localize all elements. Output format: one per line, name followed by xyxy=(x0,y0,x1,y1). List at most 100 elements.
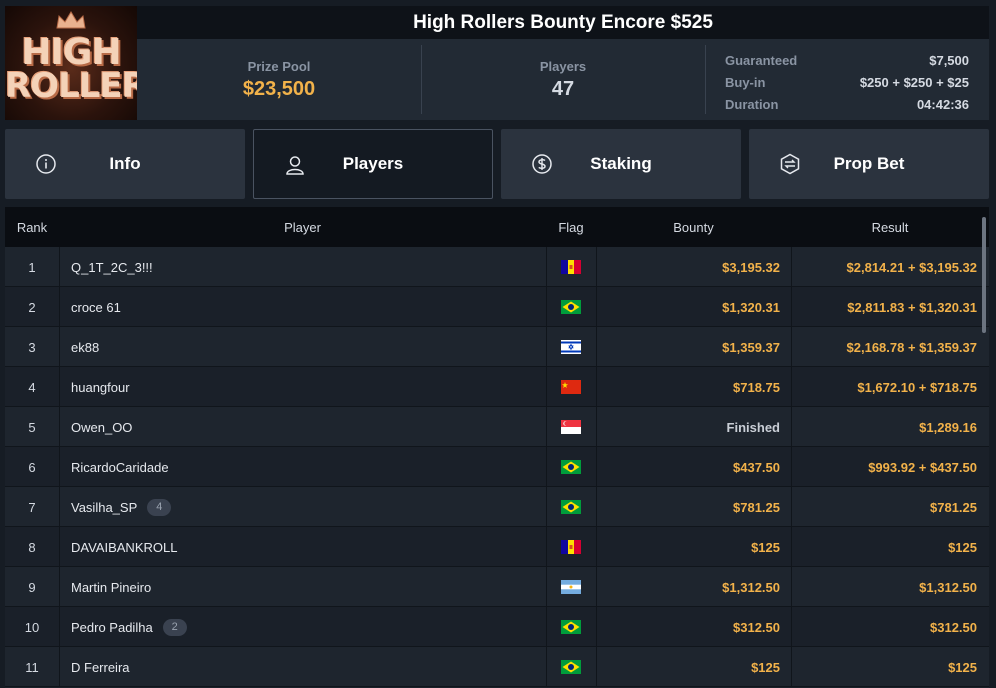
player-name[interactable]: huangfour xyxy=(71,380,130,395)
rank-cell: 2 xyxy=(28,299,36,315)
bounty-cell: $125 xyxy=(751,539,780,555)
result-cell: $2,814.21 + $3,195.32 xyxy=(846,259,977,275)
column-divider xyxy=(59,447,60,487)
prize-pool-value: $23,500 xyxy=(242,77,316,100)
table-row[interactable]: 5 Owen_OO Finished $1,289.16 xyxy=(5,407,989,447)
dollar-coin-icon xyxy=(532,154,552,174)
prop-bet-icon xyxy=(780,153,800,175)
players-table: Rank Player Flag Bounty Result 1 Q_1T_2C_… xyxy=(5,207,989,688)
player-cell[interactable]: Owen_OO xyxy=(71,407,541,447)
table-row[interactable]: 11 D Ferreira $125 $125 xyxy=(5,647,989,687)
column-divider xyxy=(59,407,60,447)
bounty-cell: $1,320.31 xyxy=(722,299,780,315)
flag-cell xyxy=(546,647,596,687)
rank-cell: 10 xyxy=(24,619,40,635)
column-divider xyxy=(59,567,60,607)
tournament-logo: HIGH ROLLERS xyxy=(5,6,137,120)
player-name[interactable]: Owen_OO xyxy=(71,420,132,435)
result-cell: $781.25 xyxy=(930,499,977,515)
flag-cell xyxy=(546,287,596,327)
reentry-count-badge: 2 xyxy=(162,618,187,636)
result-cell: $1,672.10 + $718.75 xyxy=(857,379,977,395)
player-cell[interactable]: croce 61 xyxy=(71,287,541,327)
duration-label: Duration xyxy=(725,96,779,112)
brazil-flag-icon xyxy=(561,460,581,474)
rank-cell: 4 xyxy=(28,379,36,395)
flag-cell xyxy=(546,487,596,527)
player-cell[interactable]: huangfour xyxy=(71,367,541,407)
header-bounty[interactable]: Bounty xyxy=(596,207,791,247)
player-cell[interactable]: Q_1T_2C_3!!! xyxy=(71,247,541,287)
flag-cell xyxy=(546,327,596,367)
table-scrollbar[interactable] xyxy=(982,217,986,333)
flag-cell xyxy=(546,607,596,647)
players-stat: Players 47 xyxy=(421,39,705,120)
header-flag[interactable]: Flag xyxy=(546,207,596,247)
brazil-flag-icon xyxy=(561,620,581,634)
player-name[interactable]: Vasilha_SP xyxy=(71,500,137,515)
player-cell[interactable]: RicardoCaridade xyxy=(71,447,541,487)
andorra-flag-icon xyxy=(561,540,581,554)
tournament-title: High Rollers Bounty Encore $525 xyxy=(413,11,713,33)
column-divider xyxy=(59,287,60,327)
table-row[interactable]: 10 Pedro Padilha 2 $312.50 $312.50 xyxy=(5,607,989,647)
title-bar: High Rollers Bounty Encore $525 xyxy=(137,6,989,39)
header-result[interactable]: Result xyxy=(791,207,989,247)
brazil-flag-icon xyxy=(561,300,581,314)
rank-cell: 11 xyxy=(25,659,39,675)
player-cell[interactable]: ek88 xyxy=(71,327,541,367)
table-header: Rank Player Flag Bounty Result xyxy=(5,207,989,247)
player-name[interactable]: ek88 xyxy=(71,340,99,355)
tab-info[interactable]: Info xyxy=(5,129,245,199)
rank-cell: 9 xyxy=(28,579,36,595)
player-cell[interactable]: Martin Pineiro xyxy=(71,567,541,607)
player-name[interactable]: RicardoCaridade xyxy=(71,460,169,475)
guaranteed-value: $7,500 xyxy=(929,52,969,68)
divider xyxy=(705,45,706,114)
player-cell[interactable]: D Ferreira xyxy=(71,647,541,687)
player-name[interactable]: Q_1T_2C_3!!! xyxy=(71,260,153,275)
player-cell[interactable]: Pedro Padilha 2 xyxy=(71,607,541,647)
player-name[interactable]: Pedro Padilha xyxy=(71,620,153,635)
players-label: Players xyxy=(539,58,587,74)
tab-staking[interactable]: Staking xyxy=(501,129,741,199)
andorra-flag-icon xyxy=(561,260,581,274)
header-player[interactable]: Player xyxy=(59,207,546,247)
buyin-label: Buy-in xyxy=(725,74,766,90)
player-name[interactable]: D Ferreira xyxy=(71,660,130,675)
israel-flag-icon xyxy=(561,340,581,354)
player-cell[interactable]: DAVAIBANKROLL xyxy=(71,527,541,567)
players-value: 47 xyxy=(551,77,575,100)
table-row[interactable]: 1 Q_1T_2C_3!!! $3,195.32 $2,814.21 + $3,195… xyxy=(5,247,989,287)
table-row[interactable]: 4 huangfour $718.75 $1,672.10 + $718.75 xyxy=(5,367,989,407)
player-name[interactable]: DAVAIBANKROLL xyxy=(71,540,177,555)
brazil-flag-icon xyxy=(561,500,581,514)
player-name[interactable]: Martin Pineiro xyxy=(71,580,151,595)
bounty-cell: Finished xyxy=(726,419,780,435)
reentry-count-badge: 4 xyxy=(147,498,172,516)
table-row[interactable]: 2 croce 61 $1,320.31 $2,811.83 + $1,320.31 xyxy=(5,287,989,327)
column-divider xyxy=(59,487,60,527)
table-row[interactable]: 8 DAVAIBANKROLL $125 $125 xyxy=(5,527,989,567)
flag-cell xyxy=(546,527,596,567)
info-icon xyxy=(36,154,56,174)
player-cell[interactable]: Vasilha_SP 4 xyxy=(71,487,541,527)
bounty-cell: $3,195.32 xyxy=(722,259,780,275)
bounty-cell: $437.50 xyxy=(733,459,780,475)
result-cell: $1,289.16 xyxy=(919,419,977,435)
rank-cell: 5 xyxy=(28,419,36,435)
user-icon xyxy=(286,156,304,175)
header-rank[interactable]: Rank xyxy=(5,207,59,247)
table-row[interactable]: 9 Martin Pineiro $1,312.50 $1,312.50 xyxy=(5,567,989,607)
player-name[interactable]: croce 61 xyxy=(71,300,121,315)
table-row[interactable]: 3 ek88 $1,359.37 $2,168.78 + $1,359.37 xyxy=(5,327,989,367)
table-row[interactable]: 7 Vasilha_SP 4 $781.25 $781.25 xyxy=(5,487,989,527)
table-row[interactable]: 6 RicardoCaridade $437.50 $993.92 + $437.50 xyxy=(5,447,989,487)
tab-prop-bet[interactable]: Prop Bet xyxy=(749,129,989,199)
crown-icon xyxy=(56,11,86,29)
rank-cell: 3 xyxy=(28,339,36,355)
flag-cell xyxy=(546,447,596,487)
tab-bar: Info Players Staking Prop Bet xyxy=(5,129,989,199)
tab-players[interactable]: Players xyxy=(253,129,493,199)
result-cell: $2,811.83 + $1,320.31 xyxy=(847,299,977,315)
